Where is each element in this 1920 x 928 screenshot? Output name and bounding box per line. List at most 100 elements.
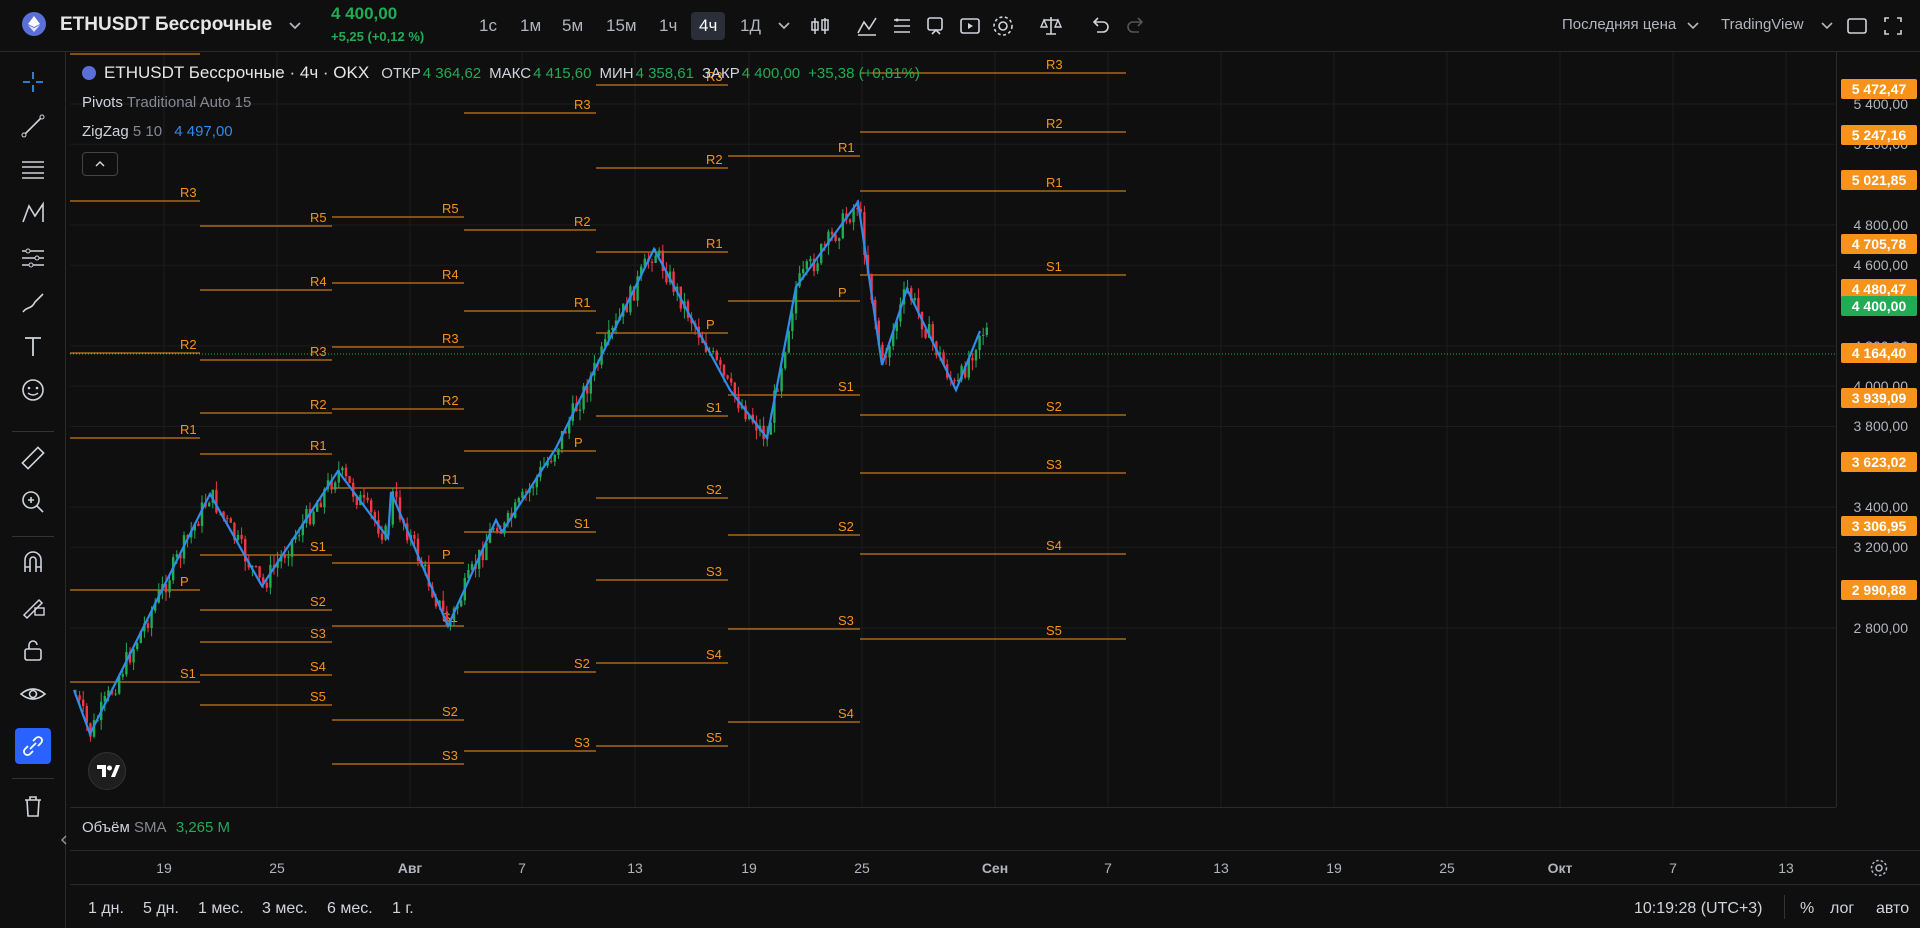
unlock-icon[interactable] [17,634,49,666]
replay-icon[interactable] [956,12,984,40]
lock-drawing-icon[interactable] [17,590,49,622]
provider-chevron-icon[interactable] [1819,17,1835,33]
pivot-label: R2 [1046,116,1063,131]
candle [298,535,301,537]
pivot-label: R1 [574,295,591,310]
pattern-icon[interactable] [17,198,49,230]
range-1d[interactable]: 1 дн. [88,900,124,918]
pivot-label: S5 [310,689,326,704]
legend-title[interactable]: ETHUSDT Бессрочные · 4ч · OKX [104,63,369,83]
pivot-label: P [574,435,583,450]
tab-15m[interactable]: 15м [598,12,645,40]
price-tag: 3 623,02 [1841,452,1917,473]
fullscreen-icon[interactable] [1879,12,1907,40]
pivots-legend[interactable]: Pivots Traditional Auto 15 [82,94,251,111]
candle [215,489,218,513]
range-3m[interactable]: 3 мес. [262,900,308,918]
pivots-params: Traditional Auto 15 [126,94,252,111]
candle [848,219,852,223]
candle [319,503,322,508]
volume-legend[interactable]: Объём SMA 3,265 M [82,819,230,836]
time-label: 19 [1326,860,1342,876]
range-1m[interactable]: 1 мес. [198,900,244,918]
undo-icon[interactable] [1086,12,1114,40]
chevron-down-icon[interactable] [287,17,303,33]
pivot-label: S4 [838,706,854,721]
candle [784,352,787,369]
text-icon[interactable] [17,330,49,362]
magnet-icon[interactable] [17,546,49,578]
link-icon [23,736,43,756]
projection-icon[interactable] [17,242,49,274]
percent-toggle[interactable]: % [1800,900,1814,918]
candle [395,491,398,498]
tab-1h[interactable]: 1ч [651,12,685,40]
pivot-label: R5 [442,201,459,216]
pivot-label: S2 [838,519,854,534]
time-label: 25 [854,860,870,876]
candle [553,454,556,462]
timeframe-chevron-icon[interactable] [776,17,792,33]
templates-icon[interactable] [888,12,916,40]
tradingview-logo[interactable] [88,752,126,790]
candle [265,582,268,588]
ruler-icon[interactable] [17,442,49,474]
price-type-select[interactable]: Последняя цена [1562,16,1676,33]
candle [971,357,974,361]
candle [370,500,373,513]
eye-icon[interactable] [17,678,49,710]
emoji-icon[interactable] [17,374,49,406]
pivot-label: S2 [706,482,722,497]
pivot-label: R5 [310,210,327,225]
price-axis[interactable]: 5 400,005 200,004 800,004 600,004 200,00… [1836,52,1920,807]
volume-value: 3,265 M [175,819,231,836]
crosshair-icon[interactable] [17,66,49,98]
time-label: 7 [1104,860,1112,876]
indicators-icon[interactable] [853,12,881,40]
tab-1m[interactable]: 1м [512,12,549,40]
gear-icon[interactable] [989,12,1017,40]
price-type-chevron-icon[interactable] [1685,17,1701,33]
log-toggle[interactable]: лог [1830,900,1854,918]
open-label: ОТКР [381,64,421,82]
price-chart[interactable]: R4R3R2R1PS1R5R4R3R2R1S1S2S3S4S5R5R4R3R2R… [70,52,1840,807]
pivot-label: S4 [310,659,326,674]
zigzag-legend[interactable]: ZigZag 5 10 4 497,00 [82,123,233,140]
symbol-name[interactable]: ETHUSDT Бессрочные [60,14,272,36]
range-6m[interactable]: 6 мес. [327,900,373,918]
pivot-block: R5R4R3R2R1PS1S2S3 [332,201,464,765]
candles-icon[interactable] [806,12,834,40]
tab-5m[interactable]: 5м [554,12,591,40]
tab-4h[interactable]: 4ч [691,12,726,40]
layout-icon[interactable] [1843,12,1871,40]
alert-icon[interactable] [922,12,950,40]
pivot-label: S3 [838,613,854,628]
collapse-legend-button[interactable] [82,152,118,176]
trend-line-icon[interactable] [17,110,49,142]
range-5d[interactable]: 5 дн. [143,900,179,918]
range-1y[interactable]: 1 г. [392,900,414,918]
pivot-label: S2 [442,704,458,719]
tab-1d[interactable]: 1Д [732,12,769,40]
time-axis[interactable]: 19 25 Авг 7 13 19 25 Сен 7 13 19 25 Окт 7 13 [70,850,1920,884]
trash-icon[interactable] [17,790,49,822]
candle [197,523,200,526]
pivot-label: S1 [838,379,854,394]
candle [953,380,956,382]
sync-drawings-button[interactable] [15,728,51,764]
ethereum-icon[interactable] [22,12,46,36]
brush-icon[interactable] [17,286,49,318]
compare-scale-icon[interactable] [1037,12,1065,40]
provider-select[interactable]: TradingView [1721,16,1804,33]
time-label: 19 [156,860,172,876]
auto-toggle[interactable]: авто [1876,900,1909,918]
clock[interactable]: 10:19:28 (UTC+3) [1634,900,1763,918]
fib-retracement-icon[interactable] [17,154,49,186]
tab-1s[interactable]: 1с [471,12,505,40]
redo-icon[interactable] [1122,12,1150,40]
collapse-sidebar-icon[interactable] [60,832,68,848]
zoom-in-icon[interactable] [17,486,49,518]
pivot-label: S3 [574,735,590,750]
axis-settings-icon[interactable] [1868,857,1890,879]
candle [532,487,535,489]
